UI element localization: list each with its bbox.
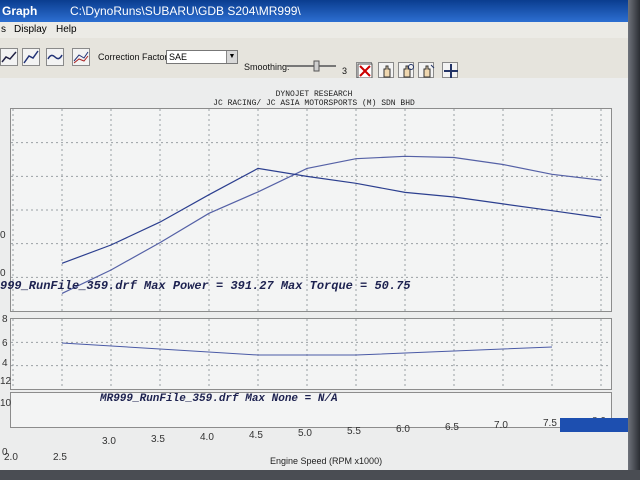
chart-multi-icon (73, 51, 89, 64)
pan-button[interactable] (418, 62, 435, 78)
torque-curve (61, 167, 602, 264)
hand-pan-icon (423, 64, 435, 78)
toolbar: Correction Factor: SAE ▼ Smoothing: 3 (0, 38, 628, 79)
hand-zoom-icon (403, 64, 414, 78)
menu-display[interactable]: Display (14, 22, 47, 38)
graph-power-button[interactable] (22, 48, 40, 66)
correction-factor-select[interactable]: SAE ▼ (166, 50, 238, 64)
menu-bar: s Display Help (0, 22, 628, 38)
y-tick-label: 12 (0, 376, 12, 387)
window-title: Graph (2, 4, 38, 18)
secondary-chart (11, 319, 611, 389)
taskbar-fragment (560, 418, 628, 432)
slider-track-icon (286, 60, 336, 72)
smoothing-value: 3 (342, 66, 348, 76)
x-tick-label: 5.5 (347, 426, 361, 437)
top-run-summary: 999_RunFile_359.drf Max Power = 391.27 M… (0, 279, 411, 293)
y-tick-label: 0 (0, 268, 6, 279)
graph-header-shop: JC RACING/ JC ASIA MOTORSPORTS (M) SDN B… (213, 99, 415, 108)
x-tick-label: 5.0 (298, 428, 312, 439)
menu-help[interactable]: Help (56, 22, 77, 38)
cursor-button[interactable] (378, 62, 394, 78)
correction-factor-value: SAE (169, 52, 188, 62)
smoothing-label: Smoothing: (244, 62, 290, 72)
correction-factor-label: Correction Factor: (98, 52, 171, 62)
secondary-panel (10, 318, 612, 390)
y-tick-label: 0 (0, 230, 6, 241)
close-icon (357, 63, 373, 79)
x-tick-label: 6.5 (445, 422, 459, 433)
y-tick-label: 10 (0, 398, 12, 409)
menu-file[interactable]: s (1, 22, 6, 38)
power-curve (61, 155, 602, 294)
window-path: C:\DynoRuns\SUBARU\GDB S204\MR999\ (70, 4, 301, 18)
graph-torque-button[interactable] (46, 48, 64, 66)
screen: Graph C:\DynoRuns\SUBARU\GDB S204\MR999\… (0, 0, 628, 470)
x-tick-label: 3.0 (102, 436, 116, 447)
hand-icon (383, 65, 391, 78)
crosshair-icon (444, 64, 458, 78)
chart-line-icon (23, 50, 39, 64)
smoothing-slider[interactable] (284, 60, 338, 72)
bottom-run-summary: MR999_RunFile_359.drf Max None = N/A (100, 393, 338, 405)
open-graph-button[interactable] (0, 48, 18, 66)
chart-wave-icon (47, 54, 63, 60)
y-tick-label: 8 (2, 314, 8, 325)
x-tick-label: 7.0 (494, 420, 508, 431)
x-tick-label: 2.0 (4, 452, 18, 463)
y-tick-label: 6 (2, 338, 8, 349)
x-tick-label: 6.0 (396, 424, 410, 435)
crosshair-button[interactable] (442, 62, 458, 78)
x-tick-label: 7.5 (543, 418, 557, 429)
clear-button[interactable] (356, 62, 373, 79)
graph-icon (1, 51, 17, 63)
monitor-bezel (628, 0, 640, 480)
zoom-button[interactable] (398, 62, 414, 78)
x-tick-label: 4.0 (200, 432, 214, 443)
title-bar: Graph C:\DynoRuns\SUBARU\GDB S204\MR999\ (0, 0, 628, 22)
x-tick-label: 4.5 (249, 430, 263, 441)
graph-header-company: DYNOJET RESEARCH (275, 90, 353, 99)
graph-overlay-button[interactable] (72, 48, 90, 66)
x-axis-label: Engine Speed (RPM x1000) (270, 456, 383, 466)
chevron-down-icon: ▼ (226, 51, 237, 63)
y-tick-label: 4 (2, 358, 8, 369)
monitor-bezel-bottom (0, 470, 640, 480)
x-tick-label: 2.5 (53, 452, 67, 463)
x-tick-label: 3.5 (151, 434, 165, 445)
